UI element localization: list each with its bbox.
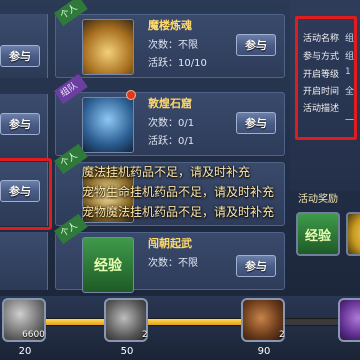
- info-value-mode: 组: [345, 52, 355, 62]
- activity-title: 魔楼炼魂: [148, 19, 192, 32]
- activity-screen: 参与 参与 参与 个人 魔楼炼魂 次数：不限 活跃：10/10 参与 组队 敦煌…: [0, 0, 360, 360]
- warrior-statue-icon: [82, 97, 134, 153]
- node-threshold: 90: [257, 346, 271, 357]
- node-threshold: 50: [120, 346, 134, 357]
- left-join-button-1[interactable]: 参与: [0, 45, 40, 67]
- chest-reward-icon[interactable]: [338, 298, 360, 342]
- join-button[interactable]: 参与: [236, 112, 276, 134]
- activity-activeness: 活跃：10/10: [148, 58, 207, 69]
- experience-label: 经验: [94, 258, 122, 274]
- left-card-1: 参与: [0, 14, 48, 78]
- left-card-4: [0, 232, 48, 290]
- toast-message: 魔法挂机药品不足，请及时补充: [82, 165, 251, 179]
- info-value-desc: 一: [345, 116, 355, 126]
- activity-card: 个人 魔楼炼魂 次数：不限 活跃：10/10 参与: [54, 0, 285, 78]
- alert-dot-icon: [126, 90, 136, 100]
- activeness-progress-track: [20, 318, 350, 326]
- activity-count: 次数：不限: [148, 40, 198, 51]
- activeness-progress-area: [0, 296, 360, 360]
- info-row-name: 活动名称: [303, 34, 340, 44]
- toast-message: 宠物魔法挂机药品不足，请及时补充: [82, 205, 275, 219]
- activity-title: 闯朝起武: [148, 237, 192, 250]
- info-value-level: 1: [345, 67, 351, 77]
- left-card-2: 参与: [0, 94, 48, 158]
- left-join-button-2[interactable]: 参与: [0, 113, 40, 135]
- node-count: 2: [279, 330, 285, 340]
- toast-message: 宠物生命挂机药品不足，请及时补充: [82, 185, 275, 199]
- activity-card: 个人 经验 闯朝起武 次数：不限 参与: [54, 213, 285, 293]
- reward-label: 活动奖励: [298, 194, 338, 205]
- join-button[interactable]: 参与: [236, 34, 276, 56]
- experience-icon: 经验: [82, 237, 134, 293]
- info-row-mode: 参与方式: [303, 52, 340, 62]
- node-count: 2: [142, 330, 148, 340]
- join-button[interactable]: 参与: [236, 255, 276, 277]
- reward-experience-label: 经验: [304, 228, 331, 244]
- activity-title: 敦煌石窟: [148, 97, 192, 110]
- treasure-chest-icon: [82, 19, 134, 75]
- info-value-time: 全: [345, 87, 355, 97]
- reward-experience-icon[interactable]: 经验: [296, 212, 340, 256]
- info-row-desc: 活动描述: [303, 104, 340, 114]
- info-value-name: 组: [345, 34, 355, 44]
- reward-gold-icon[interactable]: [346, 212, 360, 256]
- node-threshold: 20: [18, 346, 32, 357]
- info-row-time: 开启时间: [303, 87, 340, 97]
- activity-card: 组队 敦煌石窟 次数：0/1 活跃：0/1 参与: [54, 73, 285, 156]
- activity-count: 次数：不限: [148, 258, 198, 269]
- activity-activeness: 活跃：0/1: [148, 136, 195, 147]
- left-button-highlight: [0, 158, 52, 230]
- node-count: 6600: [22, 330, 45, 340]
- info-row-level: 开启等级: [303, 70, 340, 80]
- activity-count: 次数：0/1: [148, 118, 195, 129]
